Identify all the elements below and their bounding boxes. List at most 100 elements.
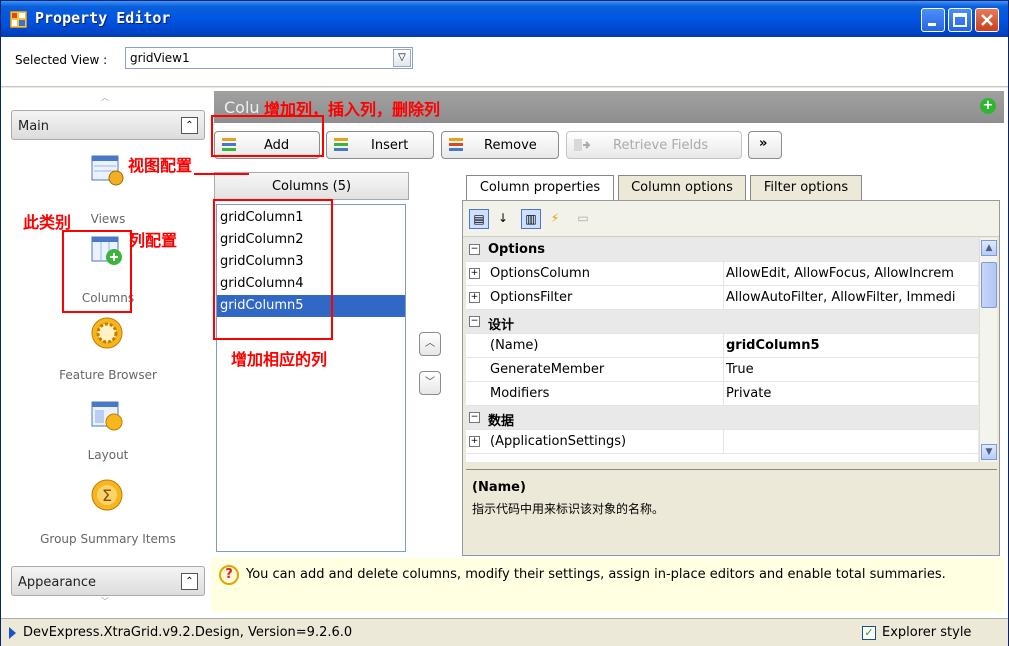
selected-view-row: Selected View : gridView1 ▽ [1, 37, 1008, 87]
category-label: 数据 [488, 414, 515, 429]
move-down-button[interactable]: ﹀ [419, 371, 441, 395]
annotation-column-config: 列配置 [129, 231, 178, 250]
nav-scroll-up-icon[interactable]: ︿ [101, 92, 109, 103]
annotation-add-insert-remove: 增加列，插入列，删除列 [264, 100, 441, 119]
scroll-thumb[interactable] [981, 262, 997, 308]
category-row[interactable]: − 数据 [466, 406, 978, 430]
property-grid-scrollbar[interactable]: ▲ ▼ [979, 238, 997, 462]
tab-filter-options[interactable]: Filter options [750, 175, 862, 200]
add-page-icon[interactable]: + [980, 98, 996, 114]
chevron-up-icon: ︿ [425, 338, 435, 349]
property-editor-window: Property Editor Selected View : gridView… [0, 0, 1009, 646]
property-name: (Name) [490, 338, 539, 353]
sum-icon: Σ [91, 479, 123, 511]
tab-column-properties[interactable]: Column properties [466, 175, 614, 202]
nav-item-group-summary-label: Group Summary Items [40, 532, 176, 546]
nav-item-layout-label: Layout [87, 448, 129, 462]
collapse-icon[interactable]: − [469, 244, 480, 255]
property-value[interactable]: AllowEdit, AllowFocus, AllowIncrem [723, 262, 978, 285]
property-pages-icon[interactable]: ▭ [573, 209, 593, 229]
property-value[interactable]: AllowAutoFilter, AllowFilter, Immedi [723, 286, 978, 309]
tab-column-options[interactable]: Column options [618, 175, 746, 200]
collapse-icon[interactable]: ⌃ [181, 117, 198, 134]
property-grid-panel: ▤ ↓ ▥ ⚡ ▭ − Options + OptionsColumn Allo… [462, 200, 1000, 556]
selected-view-dropdown[interactable]: gridView1 ▽ [125, 47, 413, 69]
nav-group-main[interactable]: Main ⌃ [11, 110, 205, 140]
move-up-button[interactable]: ︿ [419, 332, 441, 356]
category-row[interactable]: − Options [466, 238, 978, 262]
nav-group-main-label: Main [18, 119, 50, 134]
annotation-add-corresponding: 增加相应的列 [231, 350, 328, 369]
category-row[interactable]: − 设计 [466, 310, 978, 334]
annotation-box-columns [62, 230, 132, 313]
nav-group-appearance[interactable]: Appearance ⌃ [11, 566, 205, 596]
property-row[interactable]: Modifiers Private [466, 382, 978, 406]
collapse-icon[interactable]: − [469, 412, 480, 423]
property-row[interactable]: + OptionsFilter AllowAutoFilter, AllowFi… [466, 286, 978, 310]
annotation-box-column-list [213, 199, 333, 340]
property-row[interactable]: + OptionsColumn AllowEdit, AllowFocus, A… [466, 262, 978, 286]
columns-list-title: Columns (5) [271, 179, 352, 194]
description-body: 指示代码中用来标识该对象的名称。 [472, 502, 665, 516]
property-value[interactable]: gridColumn5 [723, 334, 978, 357]
columns-list-header: Columns (5) [214, 172, 409, 200]
status-bar: DevExpress.XtraGrid.v9.2.Design, Version… [1, 618, 1008, 646]
category-label: 设计 [488, 318, 515, 333]
main-area: ︿ Main ⌃ Views Columns Feature Browser L… [1, 88, 1008, 618]
remove-column-icon [449, 138, 463, 151]
feature-browser-icon [91, 317, 123, 349]
explorer-style-label[interactable]: Explorer style [882, 625, 971, 640]
properties-icon[interactable]: ▥ [521, 209, 541, 229]
expand-icon[interactable]: + [469, 292, 480, 303]
property-row[interactable]: (Name) gridColumn5 [466, 334, 978, 358]
property-row[interactable]: + (ApplicationSettings) [466, 430, 978, 454]
scroll-down-icon[interactable]: ▼ [981, 444, 997, 460]
property-name: GenerateMember [490, 362, 605, 377]
property-value[interactable] [723, 430, 978, 453]
expand-icon[interactable]: + [469, 436, 480, 447]
description-title: (Name) [472, 480, 526, 495]
layout-icon [91, 401, 123, 431]
retrieve-fields-button[interactable]: Retrieve Fields [566, 131, 742, 159]
annotation-view-config: 视图配置 [128, 156, 193, 175]
title-bar[interactable]: Property Editor [1, 1, 1008, 37]
property-row[interactable]: GenerateMember True [466, 358, 978, 382]
expand-icon[interactable]: + [469, 268, 480, 279]
maximize-icon [953, 13, 967, 27]
explorer-style-checkbox[interactable]: ✓ [862, 626, 876, 640]
chevron-down-icon: ﹀ [425, 377, 435, 388]
events-icon[interactable]: ⚡ [545, 209, 565, 229]
window-title: Property Editor [35, 9, 171, 27]
more-button[interactable]: » [748, 131, 782, 159]
minimize-icon [928, 23, 936, 26]
retrieve-fields-icon [574, 139, 591, 151]
nav-group-appearance-label: Appearance [18, 575, 97, 590]
remove-button[interactable]: Remove [441, 131, 559, 159]
collapse-icon[interactable]: − [469, 316, 480, 327]
status-text: DevExpress.XtraGrid.v9.2.Design, Version… [23, 625, 353, 640]
collapse-icon[interactable]: ⌃ [181, 573, 198, 590]
hint-panel: ? You can add and delete columns, modify… [211, 558, 1004, 612]
svg-text:Σ: Σ [102, 486, 112, 505]
alphabetical-icon[interactable]: ↓ [493, 209, 513, 229]
nav-scroll-down-icon[interactable]: ﹀ [101, 596, 109, 607]
maximize-button[interactable] [948, 8, 972, 32]
property-grid: − Options + OptionsColumn AllowEdit, All… [466, 238, 978, 462]
retrieve-fields-label: Retrieve Fields [613, 138, 709, 153]
categorized-icon[interactable]: ▤ [469, 209, 489, 229]
hint-icon: ? [219, 565, 239, 585]
app-icon [10, 11, 27, 28]
nav-item-feature-browser-label: Feature Browser [59, 368, 157, 382]
property-value[interactable]: True [723, 358, 978, 381]
minimize-button[interactable] [921, 8, 945, 32]
property-name: OptionsFilter [490, 290, 573, 305]
scroll-up-icon[interactable]: ▲ [981, 240, 997, 256]
chevron-down-icon[interactable]: ▽ [393, 49, 411, 67]
insert-column-icon [334, 138, 348, 151]
hint-text: You can add and delete columns, modify t… [246, 567, 946, 582]
close-button[interactable] [975, 8, 999, 32]
views-icon [91, 155, 124, 186]
property-value[interactable]: Private [723, 382, 978, 405]
category-label: Options [488, 242, 545, 257]
insert-button[interactable]: Insert [326, 131, 434, 159]
